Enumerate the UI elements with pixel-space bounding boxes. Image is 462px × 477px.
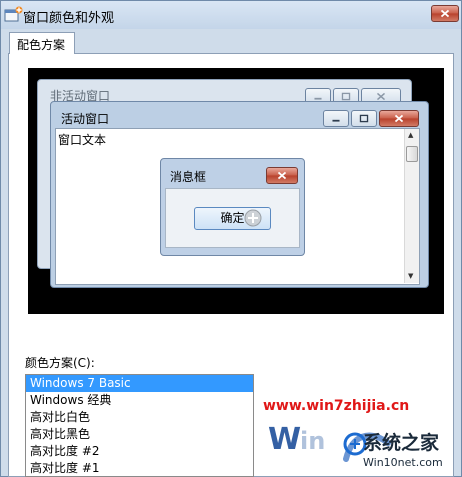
close-icon	[277, 171, 287, 180]
color-scheme-label: 颜色方案(C):	[25, 356, 95, 370]
window-title: 窗口颜色和外观	[23, 11, 115, 26]
svg-text:W: W	[268, 422, 301, 457]
minimize-icon	[332, 119, 340, 122]
list-item[interactable]: Windows 7 Basic	[26, 375, 253, 392]
list-item[interactable]: 高对比白色	[26, 409, 253, 426]
scrollbar-thumb[interactable]	[406, 146, 418, 162]
scroll-up-icon[interactable]: ▲	[408, 131, 413, 139]
close-button[interactable]	[431, 5, 459, 22]
list-item[interactable]: Windows 经典	[26, 392, 253, 409]
active-maximize-button[interactable]	[351, 110, 377, 127]
app-icon	[4, 6, 23, 22]
message-box-title: 消息框	[170, 170, 207, 184]
close-icon	[440, 9, 450, 18]
cursor-icon	[244, 209, 262, 227]
color-scheme-list[interactable]: Windows 7 Basic Windows 经典 高对比白色 高对比黑色 高…	[25, 374, 254, 477]
active-window-title: 活动窗口	[61, 112, 110, 126]
list-item[interactable]: 高对比度 #2	[26, 443, 253, 460]
maximize-icon	[359, 114, 369, 123]
watermark-brand: 系统之家	[363, 432, 440, 454]
list-item[interactable]: 高对比度 #1	[26, 460, 253, 476]
window-text: 窗口文本	[58, 133, 107, 147]
tab-color-scheme[interactable]: 配色方案	[9, 32, 75, 54]
close-icon	[394, 114, 404, 123]
watermark-brand-url: Win10net.com	[363, 456, 443, 469]
scroll-down-icon[interactable]: ▼	[408, 272, 413, 280]
title-bar[interactable]: 窗口颜色和外观	[1, 1, 461, 29]
active-close-button[interactable]	[379, 110, 419, 127]
message-box-close-button[interactable]	[266, 167, 298, 184]
svg-text:in: in	[300, 427, 325, 455]
watermark-url: www.win7zhijia.cn	[263, 398, 410, 414]
list-item[interactable]: 高对比黑色	[26, 426, 253, 443]
active-minimize-button[interactable]	[323, 110, 349, 127]
